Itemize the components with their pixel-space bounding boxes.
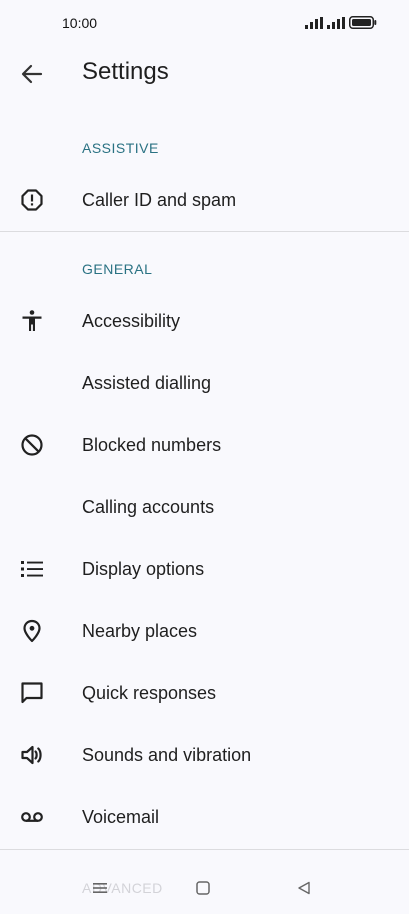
home-button[interactable]	[195, 880, 211, 901]
settings-item-accessibility[interactable]: Accessibility	[0, 291, 409, 353]
page-title: Settings	[82, 58, 169, 85]
back-nav-button[interactable]	[296, 880, 312, 901]
arrow-back-icon	[21, 64, 43, 84]
settings-item-label: Display options	[82, 559, 205, 579]
menu-button[interactable]	[91, 880, 109, 901]
divider	[0, 849, 409, 850]
menu-icon	[93, 883, 107, 893]
voicemail-icon	[20, 805, 44, 829]
settings-item-label: Calling accounts	[82, 497, 215, 517]
settings-item-label: Nearby places	[82, 621, 198, 641]
settings-item-blocked-numbers[interactable]: Blocked numbers	[0, 415, 409, 477]
section-header-general: GENERAL	[82, 261, 153, 277]
settings-item-caller-id[interactable]: Caller ID and spam	[0, 170, 409, 232]
settings-item-nearby-places[interactable]: Nearby places	[0, 601, 409, 663]
settings-item-sounds-vibration[interactable]: Sounds and vibration	[0, 725, 409, 787]
divider	[0, 231, 409, 232]
settings-item-voicemail[interactable]: Voicemail	[0, 787, 409, 849]
back-button[interactable]	[19, 62, 45, 86]
settings-item-label: Caller ID and spam	[82, 190, 237, 210]
location-pin-icon	[20, 619, 44, 643]
triangle-back-icon	[298, 881, 310, 895]
settings-item-label: Accessibility	[82, 311, 181, 331]
list-icon	[20, 557, 44, 581]
signal-icon-2	[327, 16, 345, 29]
chat-bubble-icon	[20, 681, 44, 705]
settings-item-label: Assisted dialling	[82, 373, 212, 393]
section-header-assistive: ASSISTIVE	[82, 140, 159, 156]
settings-item-label: Voicemail	[82, 807, 160, 827]
settings-item-label: Blocked numbers	[82, 435, 222, 455]
home-square-icon	[196, 881, 210, 895]
settings-item-label: Quick responses	[82, 683, 217, 703]
alert-octagon-icon	[20, 188, 44, 212]
block-icon	[20, 433, 44, 457]
status-time: 10:00	[62, 15, 98, 31]
settings-item-quick-responses[interactable]: Quick responses	[0, 663, 409, 725]
signal-icon	[305, 16, 323, 29]
settings-item-label: Sounds and vibration	[82, 745, 252, 765]
speaker-icon	[20, 743, 44, 767]
settings-item-calling-accounts[interactable]: Calling accounts	[0, 477, 409, 539]
app-bar: Settings	[0, 46, 409, 102]
settings-item-display-options[interactable]: Display options	[0, 539, 409, 601]
settings-item-assisted-dialling[interactable]: Assisted dialling	[0, 353, 409, 415]
accessibility-icon	[20, 309, 44, 333]
status-icons	[305, 16, 377, 29]
status-bar: 10:00	[0, 0, 409, 46]
battery-icon	[349, 16, 377, 29]
navigation-bar: ADVANCED	[0, 864, 409, 914]
